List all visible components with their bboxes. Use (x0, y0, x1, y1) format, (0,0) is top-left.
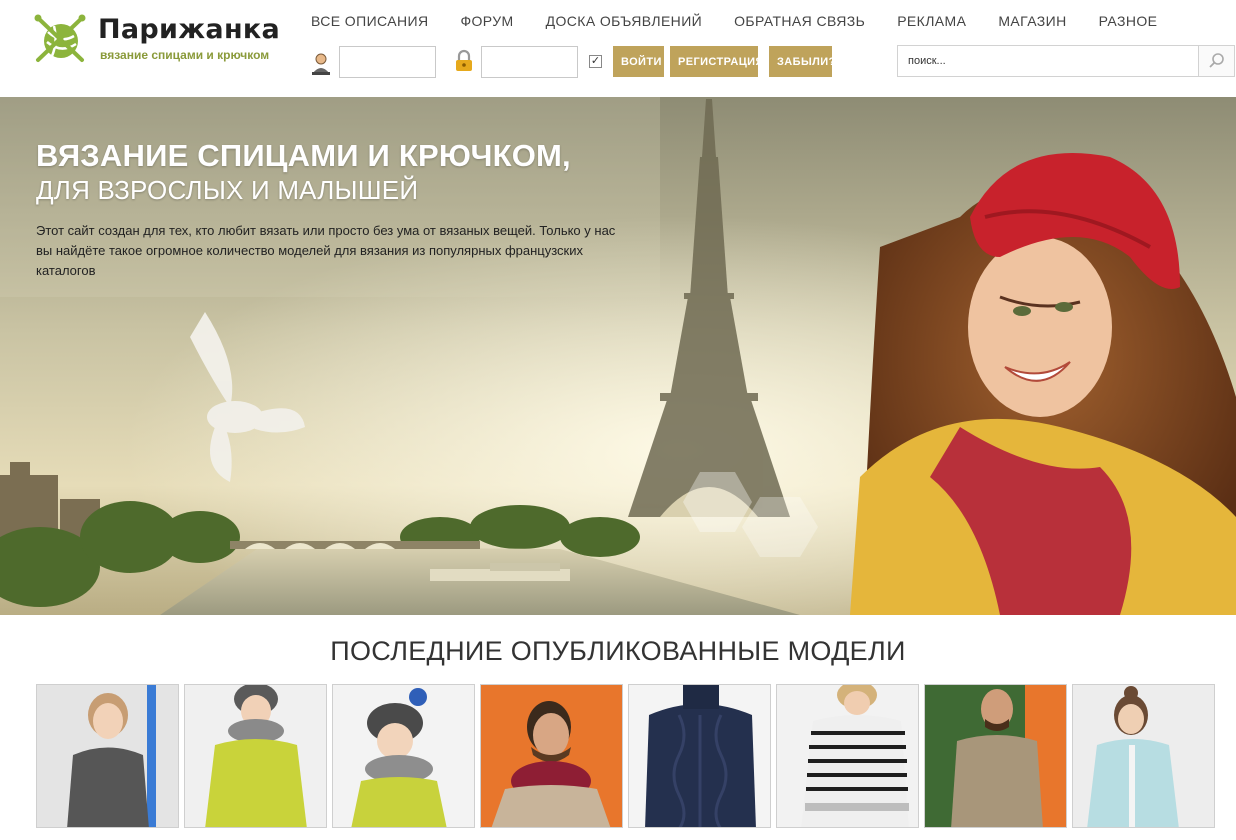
logo-subtitle: вязание спицами и крючком (100, 48, 270, 62)
nav-item-advertising[interactable]: РЕКЛАМА (881, 12, 982, 30)
model-photo (37, 685, 178, 827)
search-icon (1209, 53, 1224, 68)
register-button[interactable]: РЕГИСТРАЦИЯ (670, 46, 763, 77)
model-photo (629, 685, 770, 827)
model-thumbnail[interactable] (332, 684, 475, 828)
hero-description: Этот сайт создан для тех, кто любит вяза… (36, 223, 616, 278)
model-thumbnail[interactable] (1072, 684, 1215, 828)
lock-icon (456, 49, 472, 71)
nav-item-misc[interactable]: РАЗНОЕ (1083, 12, 1174, 30)
model-thumbnail[interactable] (480, 684, 623, 828)
site-logo[interactable]: Парижанка вязание спицами и крючком (34, 12, 284, 67)
nav-item-classifieds[interactable]: ДОСКА ОБЪЯВЛЕНИЙ (530, 12, 719, 30)
model-thumbnail[interactable] (924, 684, 1067, 828)
login-button[interactable]: ВОЙТИ (613, 46, 664, 77)
yarn-ball-logo-icon (34, 14, 86, 62)
model-thumbnail[interactable] (776, 684, 919, 828)
password-input[interactable] (481, 46, 578, 78)
user-icon (312, 53, 330, 75)
hero-title: ВЯЗАНИЕ СПИЦАМИ И КРЮЧКОМ, (36, 138, 571, 173)
model-thumbnail[interactable] (628, 684, 771, 828)
hero-subtitle: ДЛЯ ВЗРОСЛЫХ И МАЛЫШЕЙ (36, 175, 419, 205)
logo-title: Парижанка (98, 14, 281, 45)
main-nav: ВСЕ ОПИСАНИЯ ФОРУМ ДОСКА ОБЪЯВЛЕНИЙ ОБРА… (295, 12, 1173, 30)
model-photo (185, 685, 326, 827)
search-box (897, 45, 1235, 77)
search-input[interactable] (898, 46, 1198, 76)
nav-item-feedback[interactable]: ОБРАТНАЯ СВЯЗЬ (718, 12, 881, 30)
checkbox-icon: ✓ (590, 55, 601, 67)
model-photo (777, 685, 918, 827)
nav-item-forum[interactable]: ФОРУМ (444, 12, 529, 30)
hero-banner: ВЯЗАНИЕ СПИЦАМИ И КРЮЧКОМ, ДЛЯ ВЗРОСЛЫХ … (0, 97, 1236, 615)
nav-item-all-descriptions[interactable]: ВСЕ ОПИСАНИЯ (295, 12, 444, 30)
model-photo (925, 685, 1066, 827)
search-button[interactable] (1198, 46, 1234, 76)
nav-item-shop[interactable]: МАГАЗИН (982, 12, 1082, 30)
remember-me-checkbox[interactable]: ✓ (589, 55, 602, 68)
model-thumbnail[interactable] (184, 684, 327, 828)
model-photo (481, 685, 622, 827)
latest-models-heading: ПОСЛЕДНИЕ ОПУБЛИКОВАННЫЕ МОДЕЛИ (330, 636, 906, 666)
model-thumbnail[interactable] (36, 684, 179, 828)
username-input[interactable] (339, 46, 436, 78)
forgot-password-button[interactable]: ЗАБЫЛИ? (769, 46, 835, 77)
site-header: Парижанка вязание спицами и крючком ВСЕ … (0, 0, 1236, 97)
latest-models-gallery (36, 684, 1216, 828)
model-photo (1073, 685, 1214, 827)
model-photo (333, 685, 474, 827)
